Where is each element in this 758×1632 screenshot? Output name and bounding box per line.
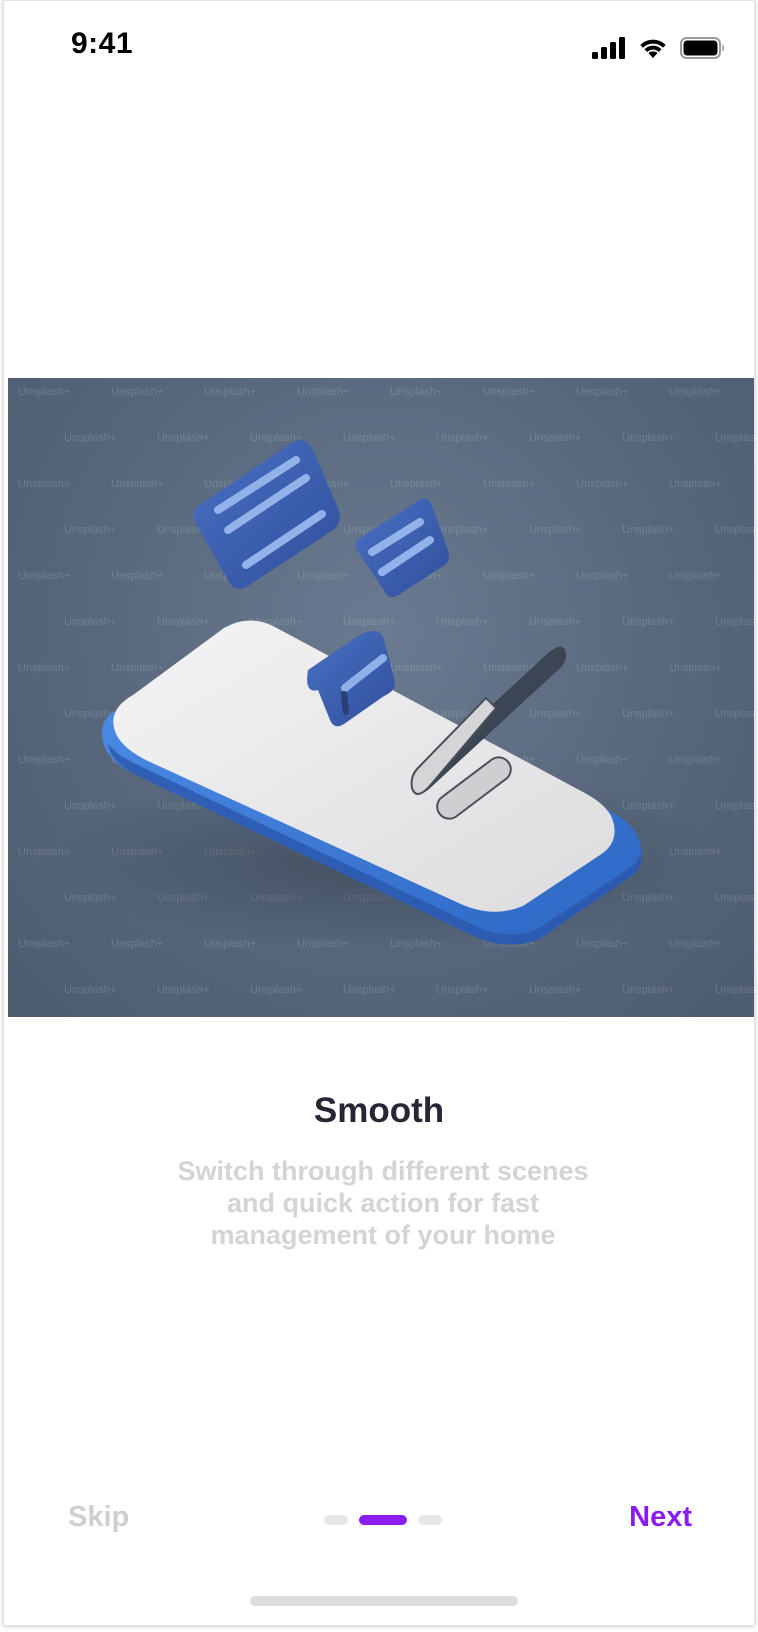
page-indicator [324, 1515, 442, 1525]
onboarding-screen: 9:41 Unsplash+ Unsplash+ Unsplash+ Unspl… [3, 0, 755, 1626]
cellular-signal-icon [592, 37, 626, 59]
status-time: 9:41 [71, 27, 134, 60]
next-button[interactable]: Next [629, 1501, 692, 1534]
status-icons [592, 33, 726, 59]
page-dot-active[interactable] [359, 1515, 407, 1525]
subtitle-line: Switch through different scenes [177, 1156, 589, 1186]
wifi-icon [638, 37, 668, 59]
home-indicator[interactable] [250, 1596, 518, 1606]
subtitle-line: management of your home [210, 1220, 556, 1250]
skip-button[interactable]: Skip [68, 1501, 129, 1534]
card-large [193, 440, 340, 589]
card-medium [355, 498, 449, 598]
hero-illustration: Unsplash+ Unsplash+ Unsplash+ Unsplash+ Unsp… [8, 378, 754, 1017]
onboarding-subtitle: Switch through different scenes and quic… [154, 1155, 612, 1251]
status-bar: 9:41 [4, 1, 754, 93]
onboarding-title: Smooth [313, 1091, 445, 1130]
battery-icon [680, 37, 726, 59]
page-dot[interactable] [418, 1515, 442, 1525]
subtitle-line: and quick action for fast [226, 1188, 540, 1218]
page-dot[interactable] [324, 1515, 348, 1525]
smart-panel-illustration [58, 440, 718, 953]
